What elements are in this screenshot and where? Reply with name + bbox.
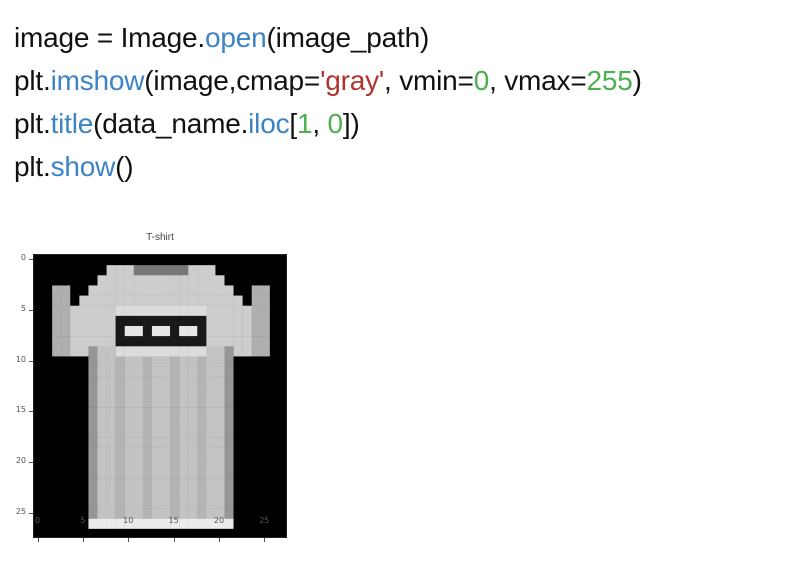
code-token: plt. bbox=[14, 108, 51, 139]
y-tick-label: 25 bbox=[15, 506, 26, 516]
code-token: 'gray' bbox=[320, 65, 385, 96]
code-token: 1 bbox=[296, 108, 313, 139]
x-tick-mark bbox=[264, 538, 266, 542]
tshirt-image bbox=[34, 255, 286, 537]
code-token: iloc bbox=[248, 108, 290, 139]
x-tick-label: 0 bbox=[34, 516, 41, 525]
code-token: , vmax= bbox=[489, 65, 587, 96]
code-block: image = Image.open(image_path) plt.imshow… bbox=[14, 16, 784, 188]
code-token: imshow bbox=[50, 65, 145, 96]
y-tick-label: 0 bbox=[20, 253, 26, 263]
code-line: plt.show() bbox=[14, 145, 784, 188]
x-tick-label: 10 bbox=[123, 516, 134, 525]
code-line: plt.title(data_name.iloc[1, 0]) bbox=[14, 102, 784, 145]
figure-title: T-shirt bbox=[146, 232, 174, 243]
code-token: plt. bbox=[14, 151, 51, 182]
x-tick-mark bbox=[218, 538, 220, 542]
x-tick-label: 20 bbox=[213, 516, 225, 525]
y-tick-label: 5 bbox=[20, 303, 26, 313]
figure-output: T-shirt bbox=[0, 228, 300, 548]
x-tick-mark bbox=[128, 538, 130, 542]
x-tick-mark bbox=[173, 538, 175, 542]
y-tick-mark bbox=[29, 411, 33, 413]
code-token: (data_name. bbox=[93, 108, 249, 139]
x-tick-mark bbox=[37, 538, 39, 542]
y-tick-mark bbox=[29, 309, 33, 311]
code-token: image = Image. bbox=[14, 22, 205, 53]
code-line: image = Image.open(image_path) bbox=[14, 16, 784, 59]
code-token: , bbox=[312, 108, 328, 139]
y-tick-label: 20 bbox=[15, 455, 26, 465]
code-token: (image_path) bbox=[266, 22, 430, 53]
code-token: 0 bbox=[327, 108, 344, 139]
code-token: ) bbox=[632, 65, 642, 96]
y-tick-mark bbox=[29, 512, 33, 514]
code-token: title bbox=[50, 108, 94, 139]
code-token: plt. bbox=[14, 65, 51, 96]
x-tick-label: 15 bbox=[168, 516, 179, 525]
code-token: show bbox=[50, 151, 116, 182]
code-token: () bbox=[115, 151, 134, 182]
code-token: open bbox=[204, 22, 267, 53]
code-token: ]) bbox=[342, 108, 360, 139]
y-tick-mark bbox=[29, 259, 33, 261]
plot-area bbox=[33, 254, 287, 538]
code-token: [ bbox=[289, 108, 297, 139]
code-token: 255 bbox=[586, 65, 633, 96]
code-line: plt.imshow(image,cmap='gray', vmin=0, vm… bbox=[14, 59, 784, 102]
code-token: 0 bbox=[473, 65, 490, 96]
code-token: (image,cmap= bbox=[144, 65, 321, 96]
x-tick-mark bbox=[82, 538, 84, 542]
x-tick-label: 5 bbox=[80, 516, 86, 525]
y-tick-mark bbox=[29, 360, 33, 362]
x-tick-label: 25 bbox=[259, 516, 270, 525]
y-tick-label: 10 bbox=[15, 354, 26, 364]
y-tick-label: 15 bbox=[15, 405, 26, 415]
code-token: , vmin= bbox=[384, 65, 474, 96]
y-tick-mark bbox=[29, 461, 33, 463]
